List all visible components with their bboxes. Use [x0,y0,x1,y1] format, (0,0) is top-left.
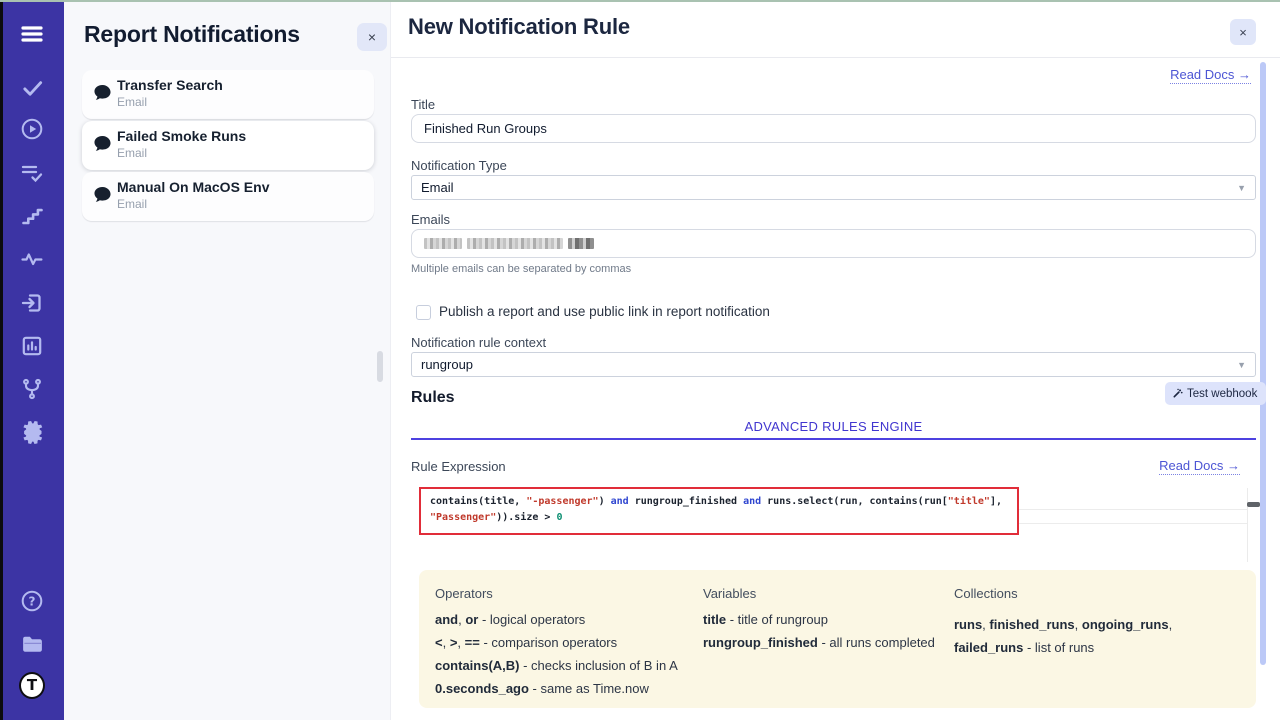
read-docs-link-rules[interactable]: Read Docs → [1159,458,1240,475]
notification-type-value: Email [421,180,454,195]
menu-icon[interactable] [19,21,45,47]
activity-icon[interactable] [19,246,45,272]
help-column-operators: Operators and, or - logical operators <, >… [435,586,690,705]
help-column-variables: Variables title - title of rungroup rungro… [703,586,943,659]
emails-input[interactable] [411,229,1256,258]
header-divider [391,57,1280,58]
drawer-resize-handle[interactable] [377,351,383,382]
svg-text:?: ? [29,594,36,608]
check-icon[interactable] [19,74,45,100]
help-column-header: Variables [703,586,943,601]
notification-list-item[interactable]: Transfer Search Email [82,70,374,119]
notification-type-label: Notification Type [411,158,507,173]
publish-report-checkbox[interactable] [416,305,431,320]
modal-close-button[interactable]: × [1230,19,1256,45]
notification-list-item[interactable]: Manual On MacOS Env Email [82,172,374,221]
redacted-email-part [568,238,594,249]
help-item: 0.seconds_ago - same as Time.now [435,682,690,696]
dropdown-caret-icon: ▼ [1237,360,1246,370]
help-item: rungroup_finished - all runs completed [703,636,943,650]
help-column-collections: Collections runs, finished_runs, ongoing_… [954,586,1242,659]
bar-chart-icon[interactable] [19,333,45,359]
webhook-icon [1172,388,1183,399]
help-item: <, >, == - comparison operators [435,636,690,650]
redacted-email-part [424,238,462,249]
notification-channel: Email [117,146,147,160]
play-circle-icon[interactable] [19,116,45,142]
context-label: Notification rule context [411,335,546,350]
logo-icon[interactable]: T [19,672,45,698]
rule-expression-code: contains(title, "-passenger") and rungro… [430,494,1010,526]
tab-advanced-rules-engine[interactable]: ADVANCED RULES ENGINE [411,419,1256,434]
dropdown-caret-icon: ▼ [1237,183,1246,193]
help-item: runs, finished_runs, ongoing_runs, faile… [954,613,1242,659]
notification-list-item[interactable]: Failed Smoke Runs Email [82,121,374,170]
sign-in-icon[interactable] [19,290,45,316]
vertical-scrollbar-thumb[interactable] [1260,62,1266,665]
redacted-email-part [467,238,563,249]
new-notification-rule-modal: New Notification Rule × Read Docs → Titl… [390,2,1280,720]
editor-line [1019,523,1247,524]
title-label: Title [411,97,435,112]
sidebar-edge [0,0,3,720]
expression-help-panel: Operators and, or - logical operators <, >… [419,570,1256,708]
app-window: ? T Report Notifications × Transfer Sear… [0,0,1280,720]
read-docs-link-top[interactable]: Read Docs → [1170,67,1251,84]
notification-channel: Email [117,197,147,211]
rules-heading: Rules [411,389,455,407]
notification-title: Manual On MacOS Env [117,179,269,195]
title-input[interactable] [411,114,1256,143]
report-notifications-panel: Report Notifications × Transfer Search Em… [64,2,390,720]
help-item: title - title of rungroup [703,613,943,627]
chat-bubble-icon [93,135,112,158]
folder-icon[interactable] [19,631,45,657]
fork-icon[interactable] [19,376,45,402]
logo-letter: T [19,672,45,699]
rule-expression-label: Rule Expression [411,459,506,474]
notification-list: Transfer Search Email Failed Smoke Runs Ema… [82,70,374,223]
help-icon[interactable]: ? [19,588,45,614]
gear-icon[interactable] [19,419,45,445]
emails-label: Emails [411,212,450,227]
notification-title: Failed Smoke Runs [117,128,246,144]
editor-line [1019,509,1247,510]
editor-scrollbar-thumb[interactable] [1247,502,1260,507]
modal-title: New Notification Rule [408,14,630,40]
context-value: rungroup [421,357,473,372]
help-column-header: Collections [954,586,1242,601]
rule-expression-editor[interactable]: contains(title, "-passenger") and rungro… [419,487,1019,535]
help-column-header: Operators [435,586,690,601]
top-strip [0,0,1280,2]
steps-icon[interactable] [19,203,45,229]
editor-scroll-track [1247,488,1248,562]
test-webhook-label: Test webhook [1187,388,1257,400]
list-check-icon[interactable] [19,159,45,185]
help-item: and, or - logical operators [435,613,690,627]
panel-title: Report Notifications [84,21,300,48]
panel-close-button[interactable]: × [357,23,387,51]
tab-active-indicator [411,438,1256,440]
test-webhook-button[interactable]: Test webhook [1165,382,1266,405]
context-select[interactable]: rungroup ▼ [411,352,1256,377]
chat-bubble-icon [93,186,112,209]
icon-sidebar: ? T [0,0,64,720]
chat-bubble-icon [93,84,112,107]
publish-report-label: Publish a report and use public link in … [439,304,770,319]
emails-hint: Multiple emails can be separated by comm… [411,263,631,275]
help-item: contains(A,B) - checks inclusion of B in… [435,659,690,673]
notification-title: Transfer Search [117,77,223,93]
notification-type-select[interactable]: Email ▼ [411,175,1256,200]
notification-channel: Email [117,95,147,109]
